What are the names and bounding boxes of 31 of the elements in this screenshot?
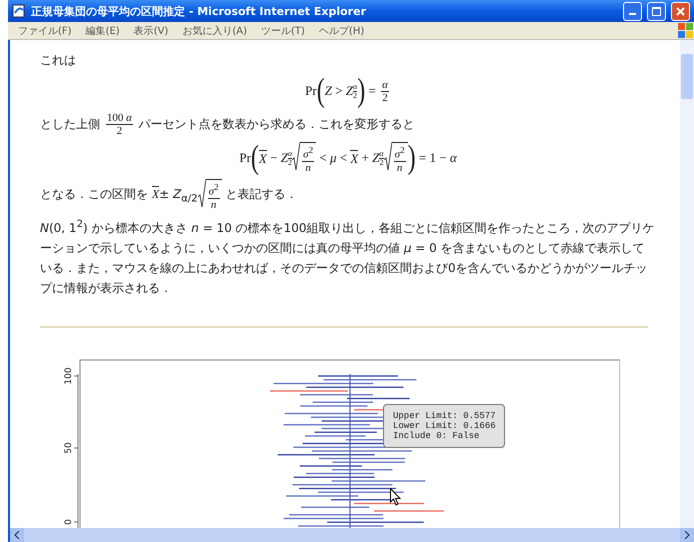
radical-sign-icon [198, 179, 206, 209]
paragraph: となる．この区間を X± Z$_{α/2}$ σ$^{2}$ n と表記する． [40, 179, 656, 211]
tooltip-text: Lower Limit: 0.1666 [393, 420, 496, 431]
menu-item[interactable]: お気に入り(A) [182, 24, 247, 38]
axis-tick-label: 100 [64, 367, 74, 384]
menu-item[interactable]: 編集(E) [86, 24, 120, 38]
paragraph: N(0, 1$^{2}$) から標本の大きさ n = 10 の標本を100組取り出し，各組ごとに信頼区間を作ったところ，次のアプリケーションで示しているように，いくつかの区間には真の母平均の値 μ = 0 を含まないものとして赤線で表示している．また，マウスを線の上にあわせれば，そのデータでの信頼区間および0を含んでいるかどうかがツールチップに情報が表示される． [40, 218, 656, 297]
horizontal-scrollbar[interactable] [10, 528, 694, 542]
menu-item[interactable]: ファイル(F) [18, 24, 72, 38]
radical-sign-icon [384, 142, 392, 172]
maximize-icon [652, 6, 661, 16]
tooltip-text: Upper Limit: 0.5577 [393, 410, 496, 421]
maximize-button[interactable] [647, 2, 666, 20]
menu-item[interactable]: ツール(T) [261, 24, 305, 38]
menu-item[interactable]: ヘルプ(H) [318, 24, 364, 38]
windows-flag-icon [678, 23, 694, 38]
tooltip-text: Include 0: False [393, 430, 480, 441]
menu-item[interactable]: 表示(V) [134, 24, 168, 38]
axis-tick-label: 0 [64, 518, 74, 525]
radical-sign-icon [292, 142, 300, 172]
axis-tick-label: 50 [64, 442, 74, 454]
mouse-pointer-icon [390, 488, 402, 506]
window-title: 正規母集団の母平均の区間推定 - Microsoft Internet Explorer [31, 4, 367, 18]
close-icon [676, 6, 685, 16]
paragraph: これは [40, 52, 77, 69]
minimize-icon [629, 13, 636, 15]
close-button[interactable] [671, 2, 690, 20]
minimize-button[interactable] [623, 2, 642, 20]
paragraph: とした上側 100 α 2 パーセント点を数表から求める．これを変形すると [40, 112, 416, 137]
browser-page-icon [12, 4, 26, 18]
vertical-scrollbar[interactable] [680, 40, 694, 528]
